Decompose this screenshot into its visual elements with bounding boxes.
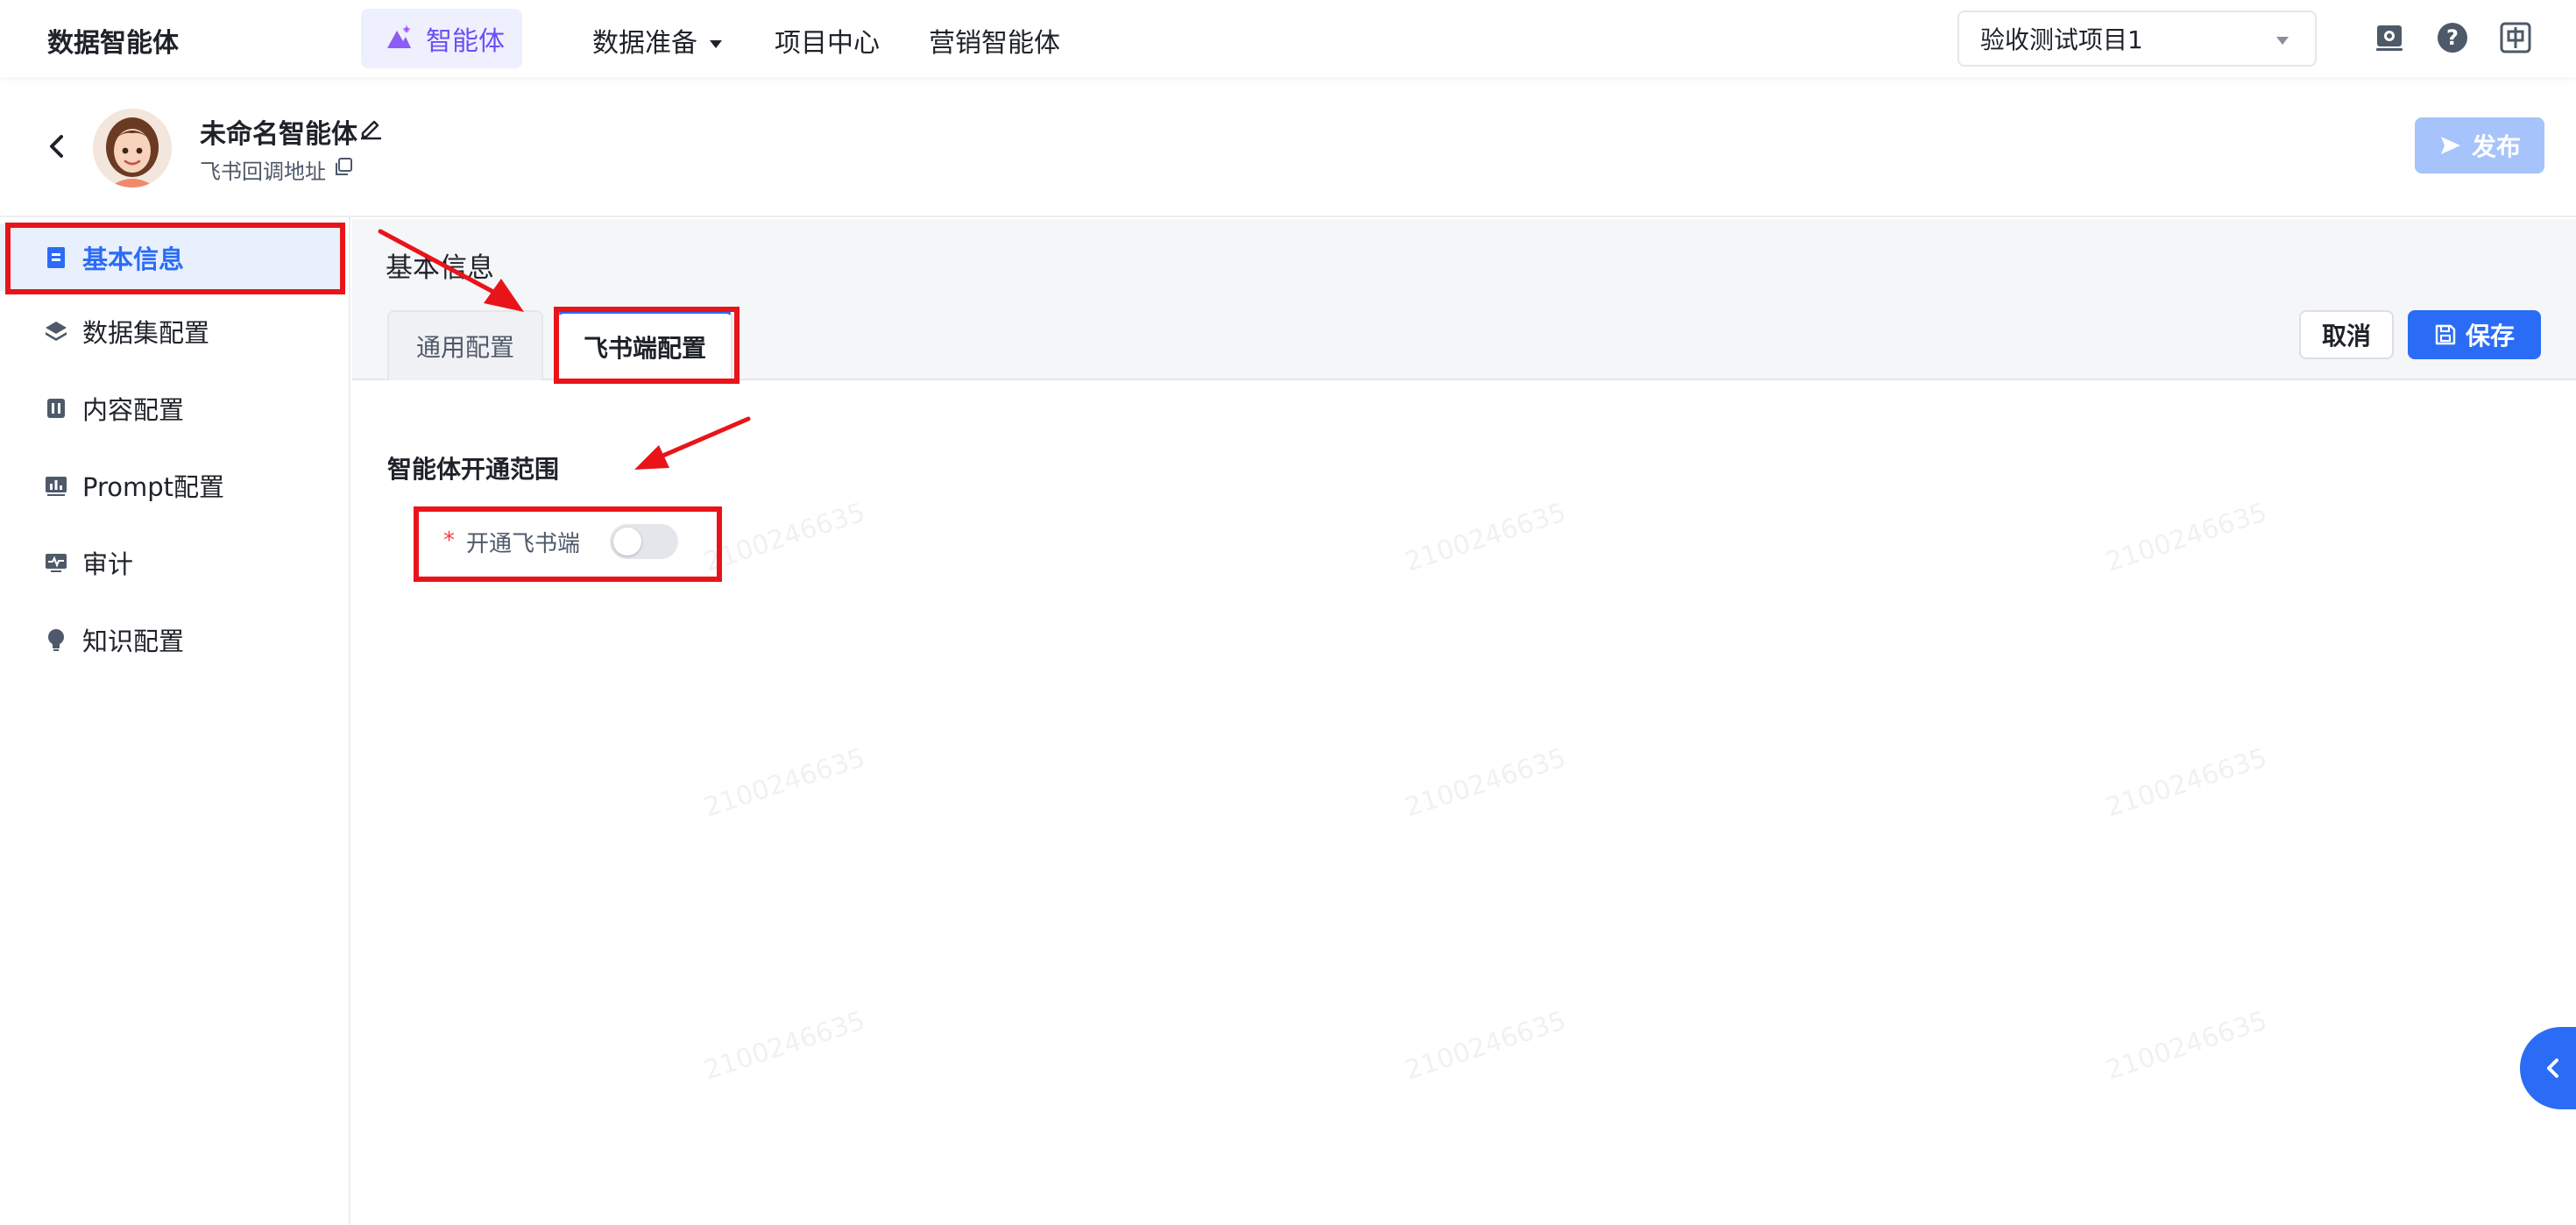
- content-icon: [47, 399, 65, 418]
- publish-button[interactable]: 发布: [2415, 117, 2544, 173]
- agent-header: 未命名智能体 飞书回调地址 发布: [0, 77, 2576, 217]
- edit-icon[interactable]: [357, 114, 384, 140]
- save-button-label: 保存: [2465, 322, 2515, 351]
- project-select[interactable]: 验收测试项目1: [1957, 11, 2317, 67]
- nav-item-data-prep-label: 数据准备: [592, 28, 697, 59]
- send-icon: [2440, 137, 2460, 154]
- scope-section-title: 智能体开通范围: [387, 455, 560, 484]
- chart-icon: [46, 477, 67, 496]
- sidebar-item-dataset-config[interactable]: 数据集配置: [0, 298, 345, 365]
- watermark: 2100246635: [2102, 1005, 2271, 1087]
- sidebar-item-label: 审计: [82, 549, 134, 579]
- nav-item-data-prep[interactable]: 数据准备: [592, 21, 722, 60]
- annotation-box-basic-info: [5, 223, 345, 294]
- sidebar-item-prompt-config[interactable]: Prompt配置: [0, 452, 345, 519]
- watermark: 2100246635: [1401, 1005, 1570, 1087]
- back-icon[interactable]: [44, 131, 70, 161]
- project-select-value: 验收测试项目1: [1980, 25, 2143, 54]
- annotation-arrow-to-toggle: [634, 416, 751, 470]
- avatar: [93, 109, 172, 188]
- sidebar: 基本信息 数据集配置 内容配置 Prompt配置 审计 知识配置: [0, 217, 350, 1225]
- nav-item-marketing-agent[interactable]: 营销智能体: [929, 21, 1060, 60]
- sidebar-item-label: 内容配置: [82, 395, 185, 425]
- brand-title: 数据智能体: [47, 28, 179, 59]
- section-title: 基本信息: [386, 252, 494, 284]
- sidebar-item-label: Prompt配置: [82, 472, 225, 502]
- sidebar-item-label: 数据集配置: [82, 318, 210, 348]
- settings-icon[interactable]: [2373, 21, 2406, 54]
- watermark: 2100246635: [700, 742, 869, 824]
- bulb-icon: [48, 629, 64, 651]
- watermark: 2100246635: [2102, 742, 2271, 824]
- nav-item-agent-label: 智能体: [426, 26, 505, 57]
- nav-item-agent[interactable]: 智能体: [361, 9, 522, 68]
- sidebar-item-audit[interactable]: 审计: [0, 529, 345, 596]
- watermark: 2100246635: [2102, 497, 2271, 578]
- help-icon[interactable]: ?: [2436, 21, 2469, 54]
- save-button[interactable]: 保存: [2408, 310, 2541, 359]
- watermark: 2100246635: [1401, 497, 1570, 578]
- language-icon[interactable]: [2499, 21, 2532, 54]
- watermark: 2100246635: [700, 497, 869, 578]
- copy-icon[interactable]: [333, 156, 354, 177]
- nav-item-project-center[interactable]: 项目中心: [775, 21, 880, 60]
- sidebar-item-label: 知识配置: [82, 627, 185, 656]
- avatar-illustration: [93, 109, 172, 188]
- callback-url-label: 飞书回调地址: [200, 159, 326, 184]
- svg-text:?: ?: [2446, 25, 2459, 50]
- annotation-box-feishu-tab: [554, 307, 740, 384]
- cancel-button[interactable]: 取消: [2299, 310, 2394, 359]
- top-navigation: 数据智能体 智能体 数据准备 项目中心 营销智能体 验收测试项目1 ?: [0, 0, 2576, 77]
- annotation-box-toggle: [414, 506, 722, 582]
- save-icon: [2435, 324, 2456, 345]
- publish-button-label: 发布: [2471, 132, 2521, 161]
- sidebar-item-knowledge-config[interactable]: 知识配置: [0, 606, 345, 673]
- side-panel-toggle[interactable]: [2520, 1027, 2576, 1109]
- agent-name: 未命名智能体: [200, 119, 357, 150]
- watermark: 2100246635: [700, 1005, 869, 1087]
- chevron-down-icon: [710, 40, 722, 48]
- layers-icon: [46, 322, 67, 341]
- sidebar-item-content-config[interactable]: 内容配置: [0, 375, 345, 442]
- tab-general-config[interactable]: 通用配置: [387, 310, 543, 380]
- agent-icon: [387, 25, 411, 48]
- watermark: 2100246635: [1401, 742, 1570, 824]
- chevron-left-icon: [2547, 1059, 2558, 1078]
- monitor-icon: [46, 554, 67, 572]
- chevron-down-icon: [2276, 37, 2289, 45]
